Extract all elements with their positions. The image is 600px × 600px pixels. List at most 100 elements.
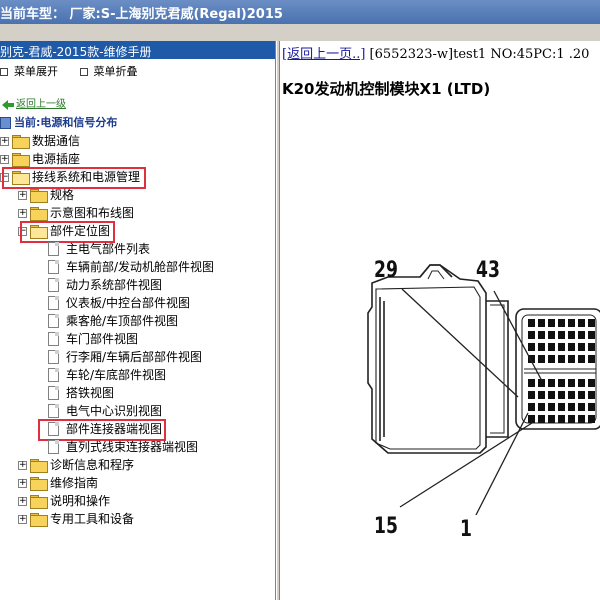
- back-arrow-icon: [2, 100, 14, 110]
- back-page-link[interactable]: [返回上一页..]: [282, 47, 365, 62]
- document-icon: [48, 314, 59, 328]
- connector-pin: [558, 403, 565, 411]
- tree-folder[interactable]: + 诊断信息和程序: [0, 456, 275, 474]
- window-strip: [0, 24, 600, 41]
- document-icon: [48, 260, 59, 274]
- tree-document[interactable]: 动力系统部件视图: [0, 276, 275, 294]
- expand-icon: [0, 68, 8, 76]
- connector-pin: [588, 319, 595, 327]
- expand-node-icon[interactable]: +: [18, 461, 27, 470]
- connector-pin: [588, 355, 595, 363]
- tree-document[interactable]: 车辆前部/发动机舱部件视图: [0, 258, 275, 276]
- tree-item-label[interactable]: 动力系统部件视图: [66, 276, 162, 294]
- connector-pin: [558, 331, 565, 339]
- connector-pin: [548, 403, 555, 411]
- tree-item-label[interactable]: 诊断信息和程序: [50, 456, 134, 474]
- tree-document[interactable]: 主电气部件列表: [0, 240, 275, 258]
- connector-pin: [578, 415, 585, 423]
- connector-pin: [578, 403, 585, 411]
- tree-item-label[interactable]: 电气中心识别视图: [66, 402, 162, 420]
- pin-label-15: 15: [374, 514, 398, 539]
- tree-folder[interactable]: + 电源插座: [0, 150, 275, 168]
- connector-pin: [558, 355, 565, 363]
- current-location: 当前:电源和信号分布: [14, 116, 118, 129]
- connector-pin: [528, 415, 535, 423]
- tree-folder[interactable]: + 示意图和布线图: [0, 204, 275, 222]
- tree-folder[interactable]: + 说明和操作: [0, 492, 275, 510]
- connector-pin: [528, 319, 535, 327]
- connector-pin: [528, 379, 535, 387]
- tree-item-label[interactable]: 车轮/车底部件视图: [66, 366, 166, 384]
- tree-item-label[interactable]: 示意图和布线图: [50, 204, 134, 222]
- expand-node-icon[interactable]: +: [0, 155, 9, 164]
- expand-node-icon[interactable]: +: [18, 479, 27, 488]
- window-title-bar: 当前车型： 厂家:S-上海别克君威(Regal)2015: [0, 0, 600, 24]
- document-icon: [48, 386, 59, 400]
- tree-folder[interactable]: + 维修指南: [0, 474, 275, 492]
- back-up-link[interactable]: 返回上一级: [16, 96, 66, 114]
- connector-pin: [568, 379, 575, 387]
- connector-pin: [578, 355, 585, 363]
- tree-folder[interactable]: + 数据通信: [0, 132, 275, 150]
- connector-pin: [568, 415, 575, 423]
- tree-folder[interactable]: + 规格: [0, 186, 275, 204]
- connector-pin: [548, 331, 555, 339]
- tree-item-label[interactable]: 专用工具和设备: [50, 510, 134, 528]
- tree-folder[interactable]: + 专用工具和设备: [0, 510, 275, 528]
- pin-label-1: 1: [460, 517, 472, 542]
- connector-pin: [578, 319, 585, 327]
- tree-document[interactable]: 乘客舱/车顶部件视图: [0, 312, 275, 330]
- connector-pin: [558, 319, 565, 327]
- tree-document[interactable]: 行李厢/车辆后部部件视图: [0, 348, 275, 366]
- tree-item-label[interactable]: 主电气部件列表: [66, 240, 150, 258]
- tree-item-label[interactable]: 车门部件视图: [66, 330, 138, 348]
- tree-item-label[interactable]: 维修指南: [50, 474, 98, 492]
- connector-pin: [588, 379, 595, 387]
- connector-end-view-diagram: 29 43 15 1: [280, 201, 600, 561]
- expand-node-icon[interactable]: +: [18, 209, 27, 218]
- expand-node-icon[interactable]: +: [18, 497, 27, 506]
- expand-menu-button[interactable]: 菜单展开: [0, 65, 58, 78]
- tree-item-label[interactable]: 直列式线束连接器端视图: [66, 438, 198, 456]
- document-nav: [返回上一页..] [6552323-w]test1 NO:45PC:1 .20: [282, 43, 589, 62]
- connector-pin: [558, 391, 565, 399]
- connector-pin: [568, 319, 575, 327]
- tree-document[interactable]: 车轮/车底部件视图: [0, 366, 275, 384]
- folder-icon: [30, 477, 48, 491]
- connector-pin: [578, 379, 585, 387]
- tree-item-label[interactable]: 搭铁视图: [66, 384, 114, 402]
- document-icon: [48, 278, 59, 292]
- tree-item-label[interactable]: 规格: [50, 186, 74, 204]
- book-icon: [0, 117, 11, 129]
- document-meta: [6552323-w]test1 NO:45PC:1 .20: [365, 47, 590, 62]
- connector-pin: [538, 391, 545, 399]
- tree-item-label[interactable]: 电源插座: [32, 150, 80, 168]
- tree-item-label[interactable]: 说明和操作: [50, 492, 110, 510]
- tree-item-label[interactable]: 行李厢/车辆后部部件视图: [66, 348, 202, 366]
- tree-document[interactable]: 搭铁视图: [0, 384, 275, 402]
- connector-pin: [528, 331, 535, 339]
- tree-item-label[interactable]: 仪表板/中控台部件视图: [66, 294, 190, 312]
- connector-pin: [538, 343, 545, 351]
- tree-document[interactable]: 电气中心识别视图: [0, 402, 275, 420]
- connector-pin: [588, 343, 595, 351]
- connector-pin: [558, 343, 565, 351]
- tree-item-label[interactable]: 乘客舱/车顶部件视图: [66, 312, 178, 330]
- document-panel: [返回上一页..] [6552323-w]test1 NO:45PC:1 .20…: [280, 41, 600, 600]
- expand-node-icon[interactable]: +: [18, 191, 27, 200]
- expand-node-icon[interactable]: +: [0, 137, 9, 146]
- tree-item-label[interactable]: 车辆前部/发动机舱部件视图: [66, 258, 214, 276]
- back-up-row[interactable]: 返回上一级: [0, 96, 66, 114]
- connector-pin: [538, 331, 545, 339]
- connector-pin: [568, 403, 575, 411]
- tree-item-label[interactable]: 数据通信: [32, 132, 80, 150]
- tree-document[interactable]: 直列式线束连接器端视图: [0, 438, 275, 456]
- tree-document[interactable]: 车门部件视图: [0, 330, 275, 348]
- connector-pin: [578, 391, 585, 399]
- collapse-menu-button[interactable]: 菜单折叠: [79, 65, 138, 78]
- expand-node-icon[interactable]: +: [18, 515, 27, 524]
- folder-icon: [30, 495, 48, 509]
- connector-pin: [588, 391, 595, 399]
- connector-pin: [538, 319, 545, 327]
- tree-document[interactable]: 仪表板/中控台部件视图: [0, 294, 275, 312]
